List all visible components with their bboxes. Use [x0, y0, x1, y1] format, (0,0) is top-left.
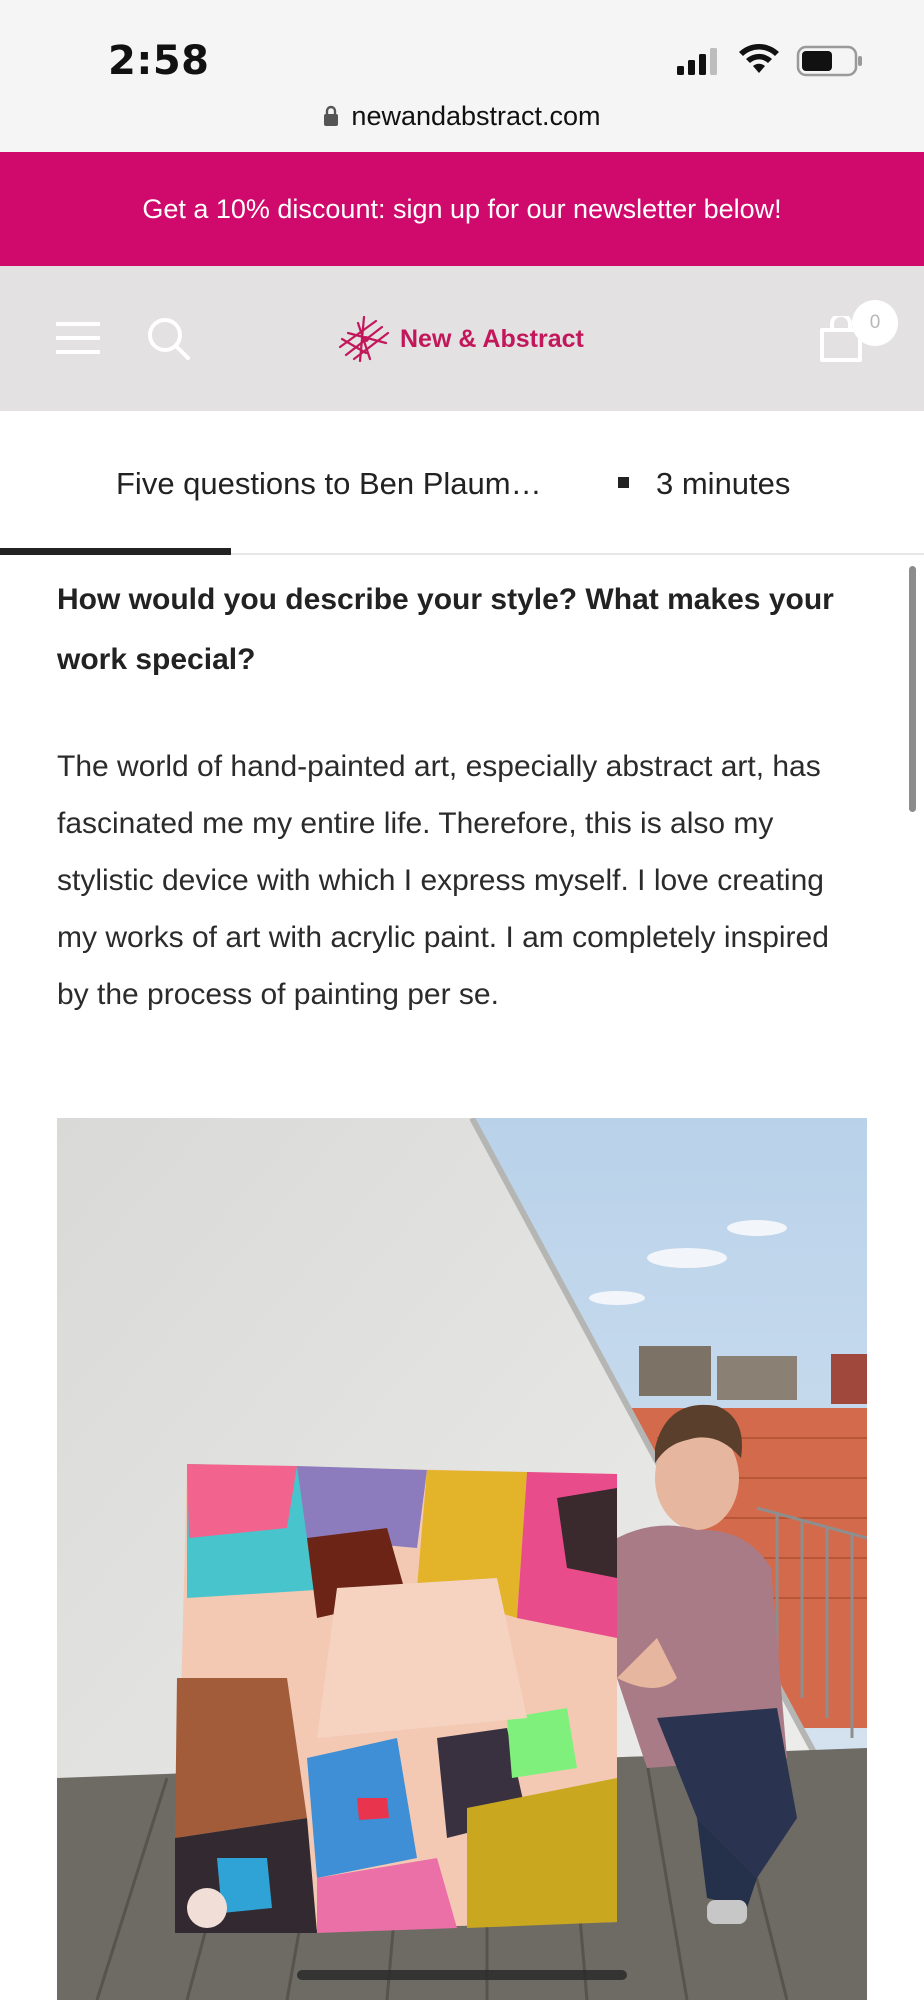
status-time: 2:58: [108, 38, 210, 84]
site-logo[interactable]: New & Abstract: [336, 312, 584, 366]
artist-with-painting-image: [57, 1118, 867, 2000]
separator-bullet: [618, 477, 629, 488]
cart-count-badge: 0: [852, 300, 898, 346]
reading-progress-bar: [0, 548, 924, 555]
logo-text: New & Abstract: [400, 324, 584, 353]
article-body: How would you describe your style? What …: [57, 570, 867, 1023]
logo-mark-icon: [338, 315, 390, 363]
search-icon[interactable]: [146, 316, 192, 362]
interview-question: How would you describe your style? What …: [57, 583, 834, 676]
wifi-icon: [739, 44, 779, 73]
read-time: 3 minutes: [656, 466, 791, 501]
menu-icon[interactable]: [56, 320, 100, 356]
signal-icon: [677, 48, 717, 75]
interview-answer: The world of hand-painted art, especiall…: [57, 750, 829, 1011]
url-text: newandabstract.com: [351, 100, 601, 131]
reading-progress-fill: [0, 548, 231, 555]
article-title: Five questions to Ben Plaum…: [116, 466, 542, 501]
promo-text: Get a 10% discount: sign up for our news…: [142, 193, 782, 224]
page-scrollbar[interactable]: [909, 566, 916, 812]
home-indicator[interactable]: [297, 1970, 627, 1980]
battery-icon: [796, 45, 862, 77]
address-bar[interactable]: newandabstract.com: [0, 96, 924, 136]
status-bar: 2:58 newandabstract.com: [0, 0, 924, 152]
article-photo: [57, 1118, 867, 2000]
promo-banner[interactable]: Get a 10% discount: sign up for our news…: [0, 152, 924, 266]
lock-icon: [324, 105, 339, 126]
